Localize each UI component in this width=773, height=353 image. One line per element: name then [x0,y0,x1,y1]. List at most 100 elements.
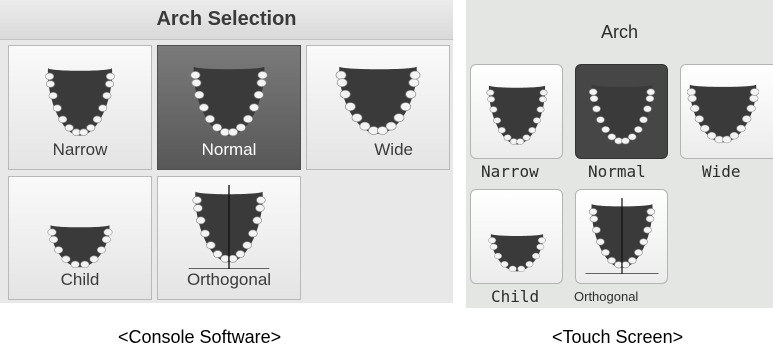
tooth-shape [196,216,206,225]
tooth-shape [600,126,610,133]
console-wide-label: Wide [374,140,413,159]
touch-child-button[interactable] [470,189,563,284]
tooth-shape [645,95,654,103]
tooth-shape [351,113,363,123]
tooth-shape [645,215,654,223]
touch-wide-button[interactable] [680,64,773,159]
tooth-shape [516,265,525,273]
console-child-button[interactable]: Child [8,176,152,300]
tooth-shape [212,123,223,132]
tooth-shape [486,96,495,103]
tooth-shape [595,116,605,124]
tooth-shape [248,229,258,238]
console-panel-title: Arch Selection [0,0,453,40]
tooth-shape [522,134,530,141]
tooth-shape [694,115,704,123]
tooth-shape [687,88,696,96]
tooth-shape [485,89,494,96]
tooth-shape [400,102,412,111]
touch-normal-button[interactable] [575,64,668,159]
console-wide-button[interactable]: Wide [306,45,450,170]
tooth-shape [192,196,202,204]
tooth-shape [527,126,536,134]
console-caption: <Console Software> [118,327,282,347]
tooth-shape [589,215,598,223]
tooth-shape [103,228,113,236]
tooth-shape [638,238,648,246]
tooth-shape [538,96,547,103]
console-arch-panel: Arch Selection Narrow Normal Wide Child … [0,0,453,303]
tooth-shape [642,105,652,113]
tooth-shape [235,250,246,258]
tooth-shape [627,133,636,141]
tooth-shape [253,90,264,99]
tooth-shape [228,254,238,263]
tooth-shape [52,104,62,112]
tooth-shape [242,241,252,250]
tooth-shape [344,102,356,111]
tooth-shape [393,113,405,123]
normal-arch-icon [190,66,268,137]
tooth-shape [620,137,630,145]
tooth-shape [620,261,630,269]
touch-orthogonal-label: Orthogonal [574,289,639,304]
tooth-shape [633,126,643,133]
tooth-shape [722,135,732,144]
tooth-shape [749,94,759,103]
tooth-shape [690,104,700,113]
tooth-shape [500,260,509,268]
orthogonal-arch-icon [585,198,658,274]
tooth-shape [47,228,57,236]
console-orthogonal-button[interactable]: Orthogonal [157,176,301,300]
tooth-shape [336,78,348,88]
tooth-shape [58,115,68,124]
tooth-shape [524,260,533,268]
tooth-shape [493,252,502,260]
console-narrow-button[interactable]: Narrow [8,45,152,170]
touch-orthogonal-button[interactable] [575,189,668,284]
tooth-shape [200,229,210,238]
normal-arch-icon [588,84,655,145]
tooth-shape [190,71,201,80]
tooth-shape [687,94,697,103]
tooth-shape [194,90,205,99]
narrow-arch-icon [485,85,548,145]
touch-narrow-button[interactable] [470,64,563,159]
tooth-shape [638,116,648,124]
tooth-shape [536,106,544,113]
tooth-shape [409,70,421,80]
tooth-shape [532,117,541,124]
tooth-shape [198,103,209,112]
narrow-arch-icon [45,68,115,136]
touch-normal-label: Normal [588,162,646,181]
tooth-shape [736,124,746,133]
tooth-shape [606,256,616,264]
tooth-shape [588,208,597,216]
child-arch-icon [487,234,546,273]
tooth-shape [589,95,598,103]
tooth-shape [377,126,388,135]
tooth-shape [515,138,524,145]
tooth-shape [79,128,89,136]
tooth-shape [102,91,112,100]
console-child-label: Child [60,270,100,289]
tooth-shape [627,256,637,264]
console-narrow-label: Narrow [52,140,108,159]
tooth-shape [206,241,216,250]
tooth-shape [588,88,597,96]
tooth-shape [228,128,238,137]
tooth-shape [204,114,215,123]
tooth-shape [49,235,59,244]
tooth-shape [235,123,246,132]
tooth-shape [54,246,64,254]
tooth-shape [243,114,254,123]
tooth-shape [339,89,351,99]
tooth-shape [80,260,90,269]
tooth-shape [746,104,756,113]
console-normal-button[interactable]: Normal [157,45,301,170]
touch-wide-label: Wide [702,162,741,181]
orthogonal-arch-icon [188,185,270,269]
tooth-shape [489,243,498,251]
tooth-shape [742,115,752,123]
touch-child-label: Child [491,287,540,306]
